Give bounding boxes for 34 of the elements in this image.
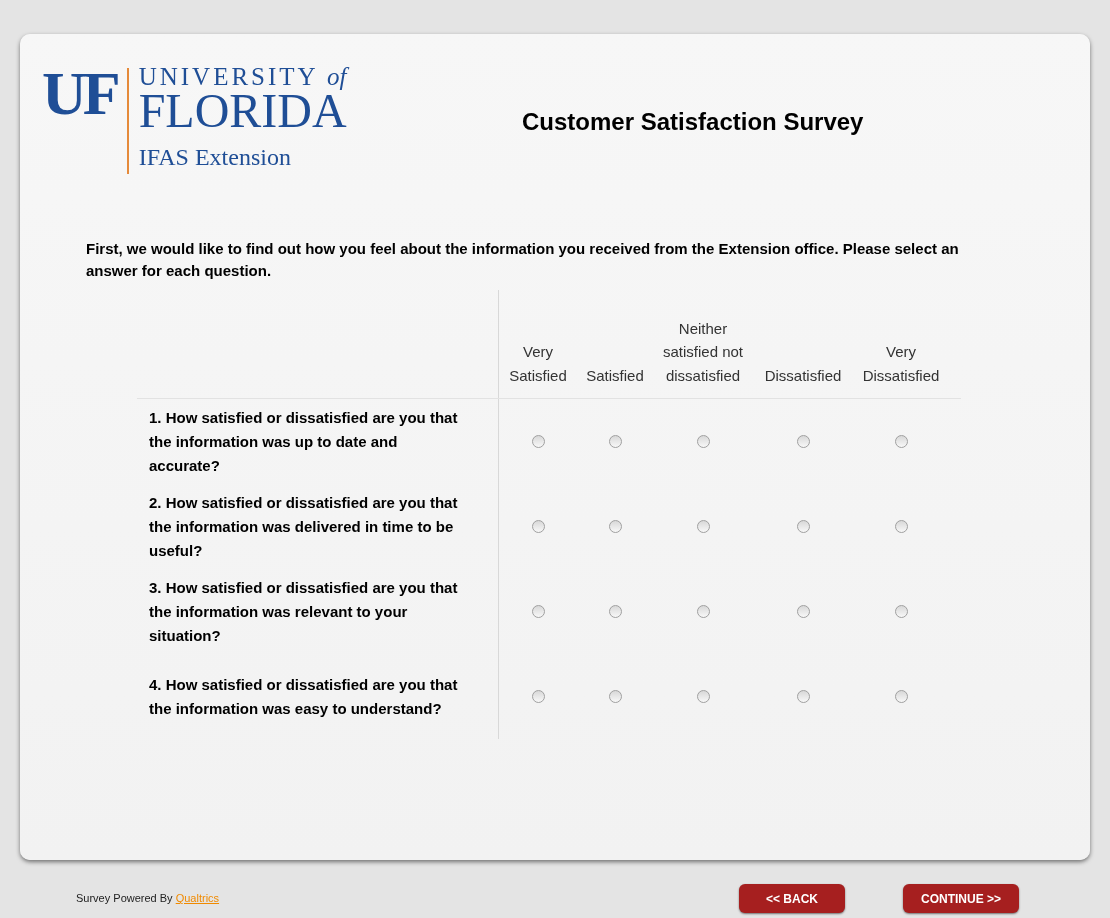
radio-button[interactable] (796, 435, 810, 448)
column-header: Satisfied (586, 365, 644, 386)
radio-button[interactable] (796, 520, 810, 533)
radio-button[interactable] (796, 690, 810, 703)
radio-button[interactable] (894, 690, 908, 703)
question-text: 1. How satisfied or dissatisfied are you that the information was up to date and accurate? (149, 407, 458, 476)
radio-button[interactable] (796, 605, 810, 618)
radio-button[interactable] (696, 605, 710, 618)
continue-button[interactable]: CONTINUE >> (903, 884, 1019, 913)
column-header: Very Dissatisfied (861, 342, 941, 386)
radio-button[interactable] (608, 520, 622, 533)
survey-title: Customer Satisfaction Survey (522, 107, 864, 137)
radio-button[interactable] (531, 605, 545, 618)
radio-button[interactable] (531, 520, 545, 533)
question-text: 4. How satisfied or dissatisfied are you that the information was easy to understand? (149, 674, 458, 719)
radio-button[interactable] (894, 435, 908, 448)
back-button[interactable]: << BACK (739, 884, 845, 913)
column-header: Very Satisfied (508, 342, 568, 386)
radio-button[interactable] (531, 435, 545, 448)
column-header: Neither satisfied not dissatisfied (661, 318, 744, 386)
question-text: 3. How satisfied or dissatisfied are you that the information was relevant to your situation? (149, 577, 458, 646)
radio-button[interactable] (608, 435, 622, 448)
radio-button[interactable] (531, 690, 545, 703)
radio-button[interactable] (894, 605, 908, 618)
radio-button[interactable] (608, 690, 622, 703)
radio-button[interactable] (608, 605, 622, 618)
question-text: 2. How satisfied or dissatisfied are you that the information was delivered in time to be useful? (149, 492, 458, 561)
radio-button[interactable] (696, 435, 710, 448)
intro-text: First, we would like to find out how you feel about the information you received from the Extension office. Please select an answer for each question. (86, 239, 960, 281)
column-header: Dissatisfied (764, 365, 842, 386)
powered-by-text: Survey Powered By Qualtrics (76, 891, 220, 907)
radio-button[interactable] (696, 690, 710, 703)
radio-button[interactable] (696, 520, 710, 533)
radio-button[interactable] (894, 520, 908, 533)
